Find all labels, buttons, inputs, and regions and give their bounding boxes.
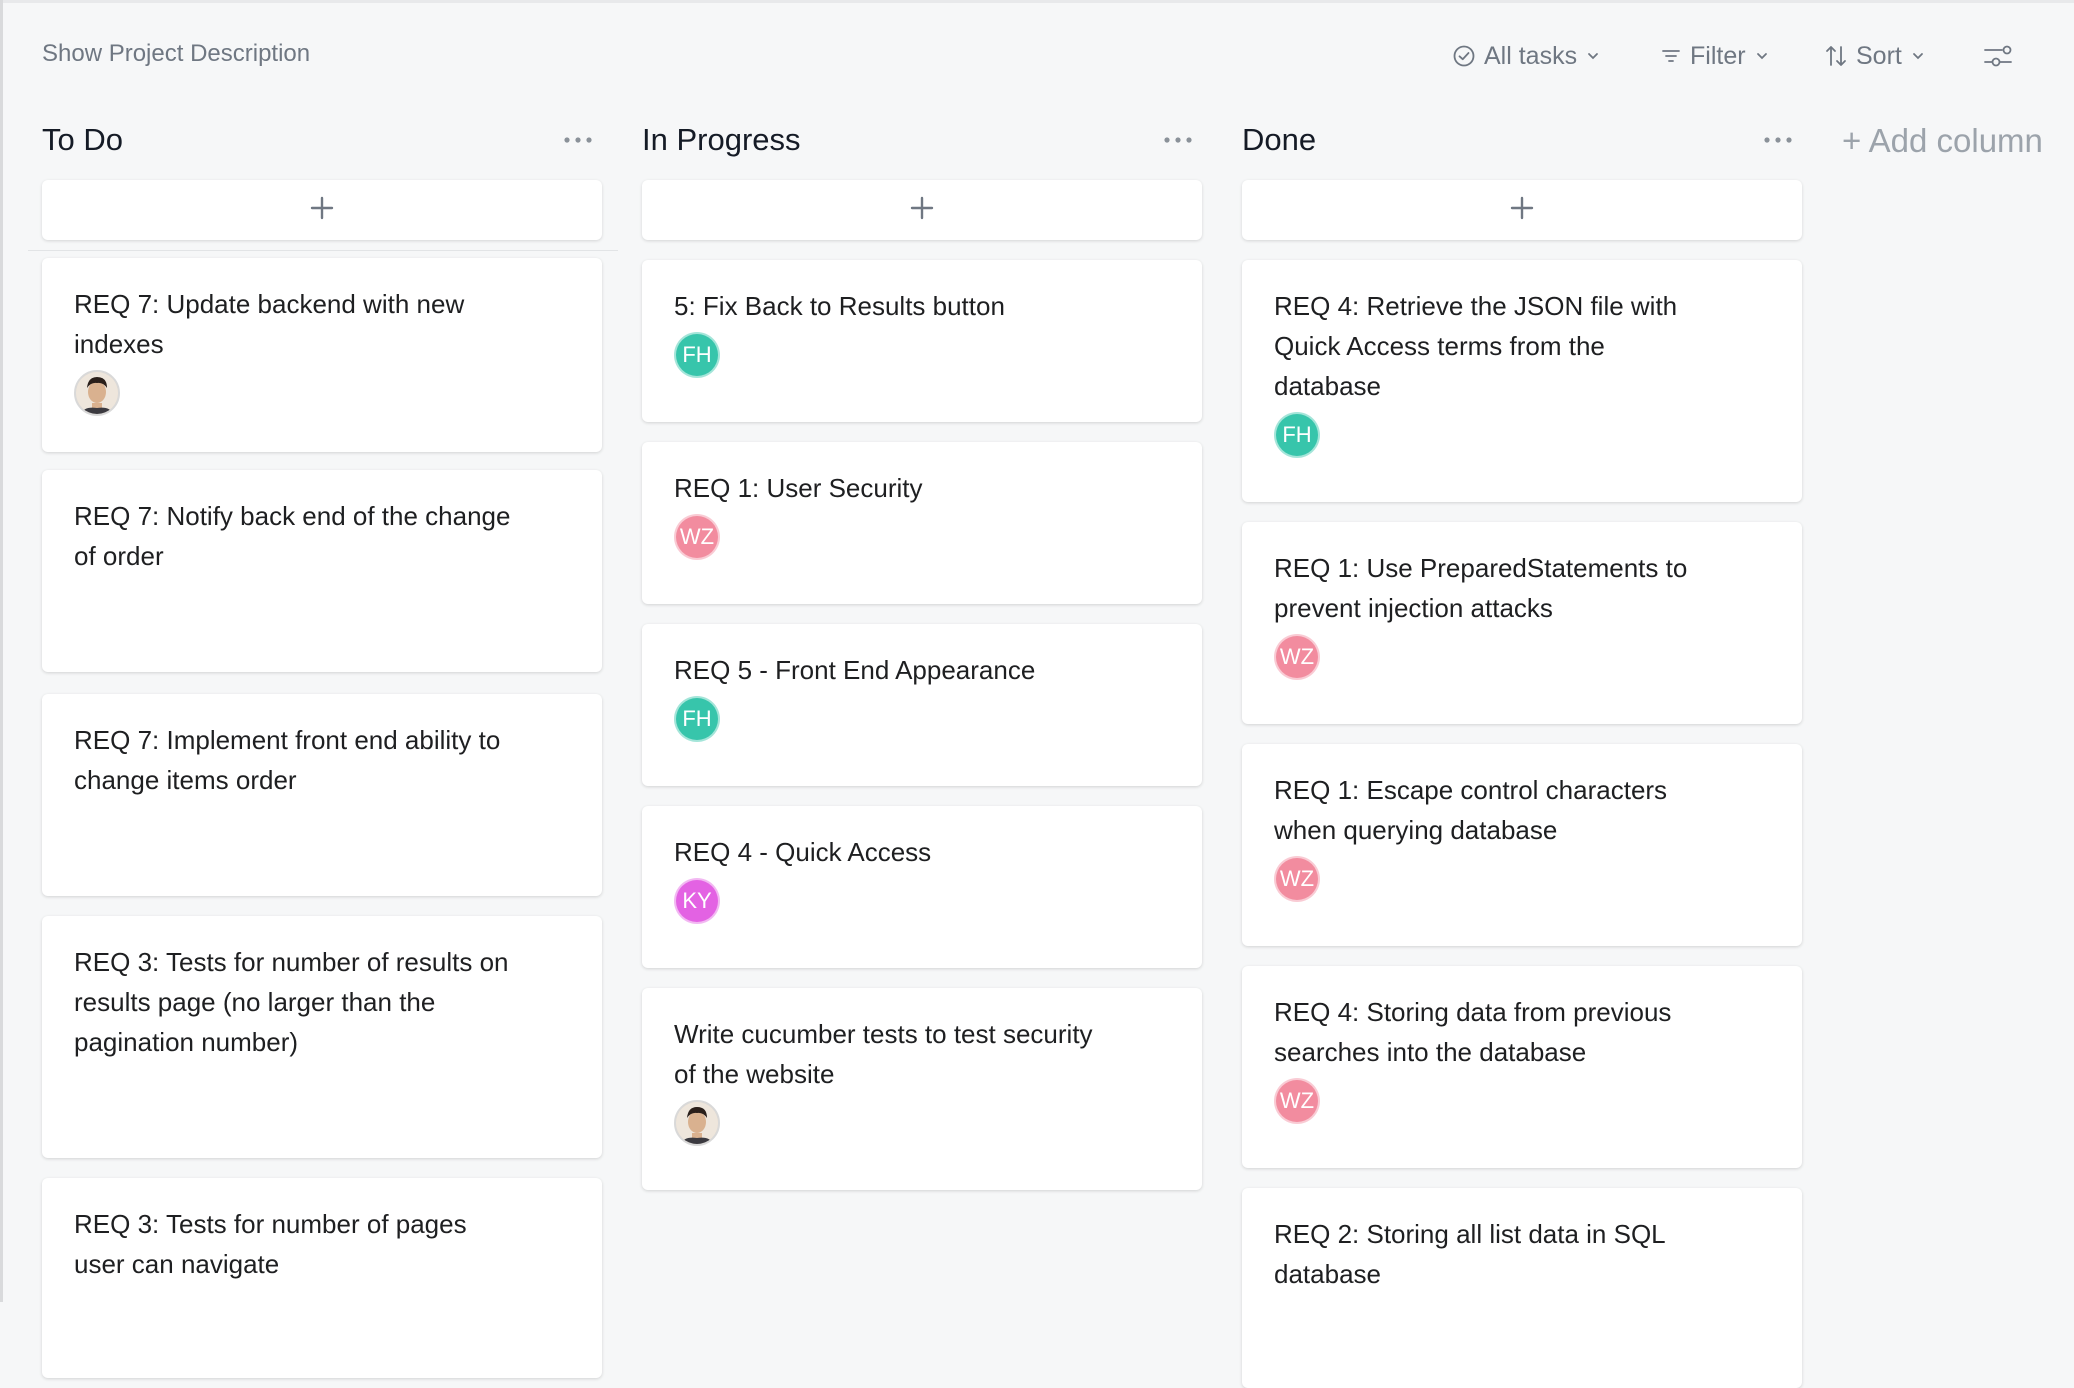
avatar-photo[interactable] xyxy=(674,1100,720,1146)
task-card[interactable]: REQ 7: Notify back end of the change of … xyxy=(42,470,602,672)
plus-icon xyxy=(309,195,335,226)
task-card[interactable]: REQ 4: Storing data from previous search… xyxy=(1242,966,1802,1168)
avatar-initials: WZ xyxy=(1279,644,1315,669)
avatar-initials: WZ xyxy=(679,524,715,549)
task-title: REQ 7: Implement front end ability to ch… xyxy=(74,725,501,795)
filter-dropdown[interactable]: Filter xyxy=(1660,36,1770,76)
plus-icon xyxy=(1509,195,1535,226)
avatar-initials: FH xyxy=(682,706,712,731)
avatar-fh[interactable]: FH xyxy=(674,332,720,378)
add-task-button[interactable] xyxy=(1242,180,1802,240)
task-title: REQ 7: Notify back end of the change of … xyxy=(74,501,511,571)
plus-icon xyxy=(909,195,935,226)
filter-icon xyxy=(1660,45,1682,67)
chevron-down-icon xyxy=(1754,48,1770,64)
column-more-icon[interactable] xyxy=(1760,122,1796,158)
avatar-fh[interactable]: FH xyxy=(674,696,720,742)
sort-dropdown[interactable]: Sort xyxy=(1824,36,1926,76)
add-task-button[interactable] xyxy=(642,180,1202,240)
column-title[interactable]: To Do xyxy=(42,122,123,158)
all-tasks-label: All tasks xyxy=(1484,41,1578,70)
avatar-wz[interactable]: WZ xyxy=(1274,1078,1320,1124)
avatar-initials: FH xyxy=(682,342,712,367)
all-tasks-dropdown[interactable]: All tasks xyxy=(1452,36,1601,76)
task-title: REQ 1: Use PreparedStatements to prevent… xyxy=(1274,553,1688,623)
chevron-down-icon xyxy=(1910,48,1926,64)
task-card[interactable]: REQ 4: Retrieve the JSON file with Quick… xyxy=(1242,260,1802,502)
task-title: REQ 2: Storing all list data in SQL data… xyxy=(1274,1219,1665,1289)
column-more-icon[interactable] xyxy=(560,122,596,158)
task-card[interactable]: REQ 1: User Security WZ xyxy=(642,442,1202,604)
task-title: Write cucumber tests to test security of… xyxy=(674,1019,1093,1089)
avatar-wz[interactable]: WZ xyxy=(1274,856,1320,902)
task-card[interactable]: REQ 7: Update backend with new indexes xyxy=(42,258,602,452)
task-title: REQ 1: User Security xyxy=(674,473,923,503)
task-card[interactable]: REQ 1: Use PreparedStatements to prevent… xyxy=(1242,522,1802,724)
avatar-wz[interactable]: WZ xyxy=(674,514,720,560)
task-title: REQ 3: Tests for number of pages user ca… xyxy=(74,1209,467,1279)
sort-label: Sort xyxy=(1856,41,1902,70)
sort-arrows-icon xyxy=(1824,43,1848,69)
task-title: REQ 4: Retrieve the JSON file with Quick… xyxy=(1274,291,1678,401)
avatar-initials: FH xyxy=(1282,422,1312,447)
task-title: REQ 5 - Front End Appearance xyxy=(674,655,1036,685)
left-border xyxy=(0,0,3,1302)
add-column-button[interactable]: + Add column xyxy=(1842,122,2043,160)
column-title[interactable]: Done xyxy=(1242,122,1316,158)
task-card[interactable]: REQ 5 - Front End Appearance FH xyxy=(642,624,1202,786)
avatar-initials: WZ xyxy=(1279,1088,1315,1113)
task-card[interactable]: REQ 3: Tests for number of results on re… xyxy=(42,916,602,1158)
task-title: REQ 3: Tests for number of results on re… xyxy=(74,947,509,1057)
avatar-fh[interactable]: FH xyxy=(1274,412,1320,458)
task-card[interactable]: REQ 1: Escape control characters when qu… xyxy=(1242,744,1802,946)
task-card[interactable]: REQ 2: Storing all list data in SQL data… xyxy=(1242,1188,1802,1388)
column-more-icon[interactable] xyxy=(1160,122,1196,158)
filter-label: Filter xyxy=(1690,41,1746,70)
column-title[interactable]: In Progress xyxy=(642,122,801,158)
avatar-wz[interactable]: WZ xyxy=(1274,634,1320,680)
top-border xyxy=(0,0,2074,3)
task-title: REQ 1: Escape control characters when qu… xyxy=(1274,775,1668,845)
toolbar: All tasks Filter Sort xyxy=(0,36,2074,76)
avatar-ky[interactable]: KY xyxy=(674,878,720,924)
task-title: 5: Fix Back to Results button xyxy=(674,291,1005,321)
check-circle-icon xyxy=(1452,44,1476,68)
column-divider xyxy=(28,250,618,251)
add-task-button[interactable] xyxy=(42,180,602,240)
customize-icon xyxy=(1982,42,2014,70)
task-title: REQ 4 - Quick Access xyxy=(674,837,932,867)
task-title: REQ 4: Storing data from previous search… xyxy=(1274,997,1672,1067)
task-card[interactable]: REQ 4 - Quick Access KY xyxy=(642,806,1202,968)
avatar-initials: KY xyxy=(682,888,712,913)
task-card[interactable]: Write cucumber tests to test security of… xyxy=(642,988,1202,1190)
customize-button[interactable] xyxy=(1982,36,2014,76)
avatar-initials: WZ xyxy=(1279,866,1315,891)
task-card[interactable]: REQ 7: Implement front end ability to ch… xyxy=(42,694,602,896)
chevron-down-icon xyxy=(1585,48,1601,64)
task-card[interactable]: REQ 3: Tests for number of pages user ca… xyxy=(42,1178,602,1378)
task-title: REQ 7: Update backend with new indexes xyxy=(74,289,465,359)
task-card[interactable]: 5: Fix Back to Results button FH xyxy=(642,260,1202,422)
avatar-photo[interactable] xyxy=(74,370,120,416)
